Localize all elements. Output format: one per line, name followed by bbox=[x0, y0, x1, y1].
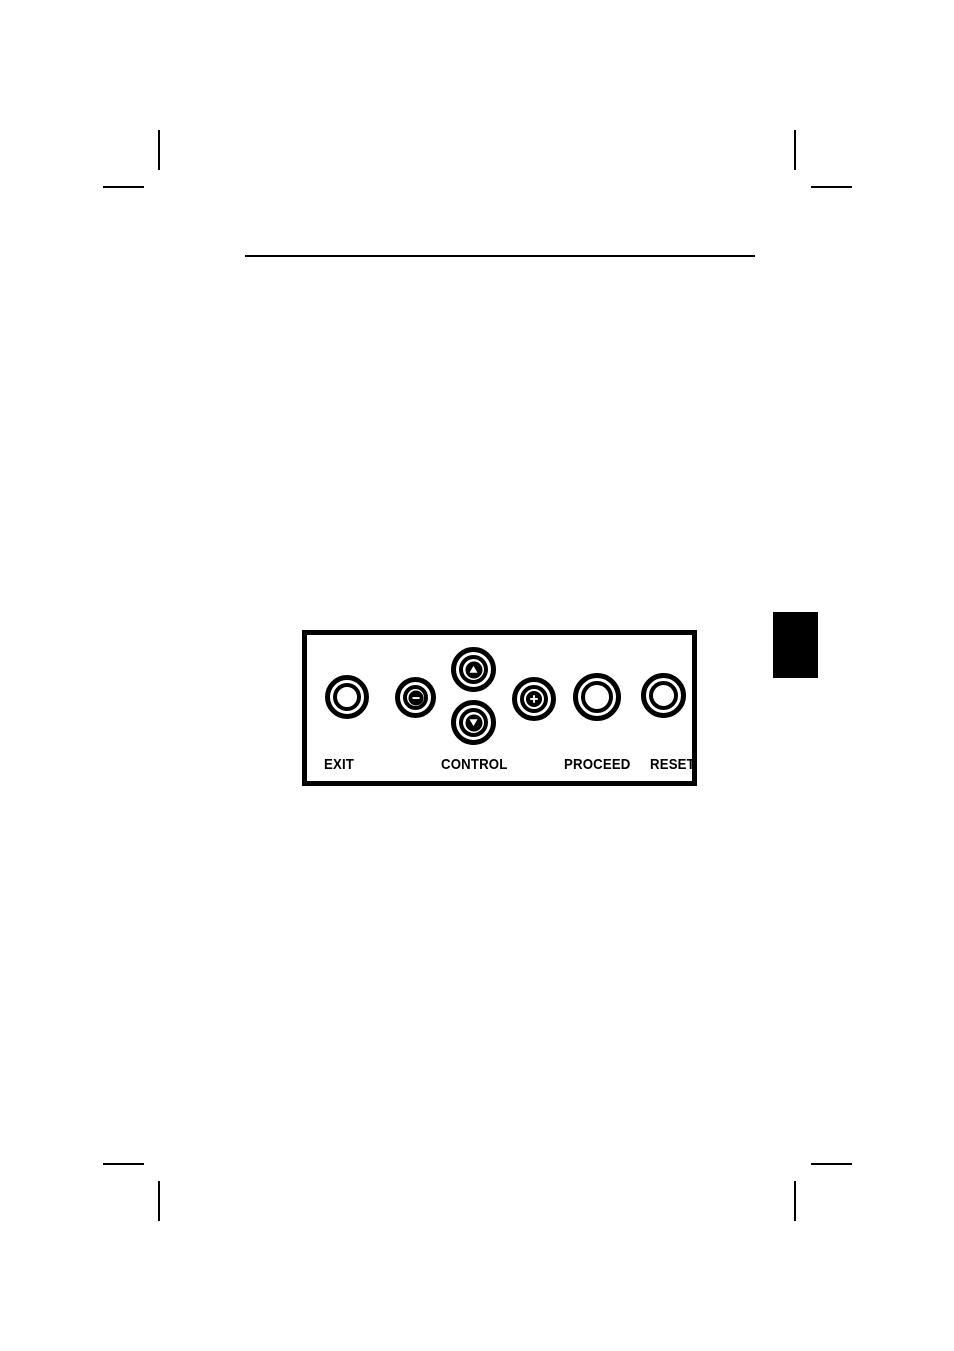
reset-button[interactable] bbox=[641, 673, 686, 718]
circle-ring-icon bbox=[649, 681, 678, 710]
plus-button[interactable] bbox=[512, 677, 556, 721]
control-up-button[interactable] bbox=[451, 647, 496, 692]
minus-circle-icon bbox=[408, 690, 423, 705]
control-label: CONTROL bbox=[441, 756, 508, 773]
triangle-down-icon bbox=[465, 714, 482, 731]
minus-button[interactable] bbox=[395, 677, 436, 718]
crop-mark-bottom-right-horizontal bbox=[811, 1163, 852, 1165]
chapter-thumb-tab bbox=[773, 612, 818, 678]
header-rule bbox=[245, 255, 755, 257]
crop-mark-bottom-left-vertical bbox=[158, 1181, 160, 1221]
circle-ring-icon bbox=[581, 681, 613, 713]
plus-circle-icon bbox=[526, 691, 542, 707]
reset-label: RESET bbox=[650, 756, 695, 773]
crop-mark-top-right-vertical bbox=[794, 130, 796, 170]
crop-mark-top-left-horizontal bbox=[103, 186, 144, 188]
exit-button[interactable] bbox=[325, 675, 369, 719]
crop-mark-top-right-horizontal bbox=[811, 186, 852, 188]
monitor-control-panel-figure: EXIT CONTROL PROCEED RESET bbox=[302, 630, 697, 786]
control-panel-inner: EXIT CONTROL PROCEED RESET bbox=[307, 635, 695, 781]
crop-mark-bottom-left-horizontal bbox=[103, 1163, 144, 1165]
crop-mark-bottom-right-vertical bbox=[794, 1181, 796, 1221]
control-down-button[interactable] bbox=[451, 700, 496, 745]
circle-ring-icon bbox=[333, 683, 361, 711]
exit-label: EXIT bbox=[324, 756, 355, 773]
proceed-button[interactable] bbox=[573, 673, 621, 721]
triangle-up-icon bbox=[465, 661, 482, 678]
proceed-label: PROCEED bbox=[564, 756, 631, 773]
crop-mark-top-left-vertical bbox=[158, 130, 160, 170]
